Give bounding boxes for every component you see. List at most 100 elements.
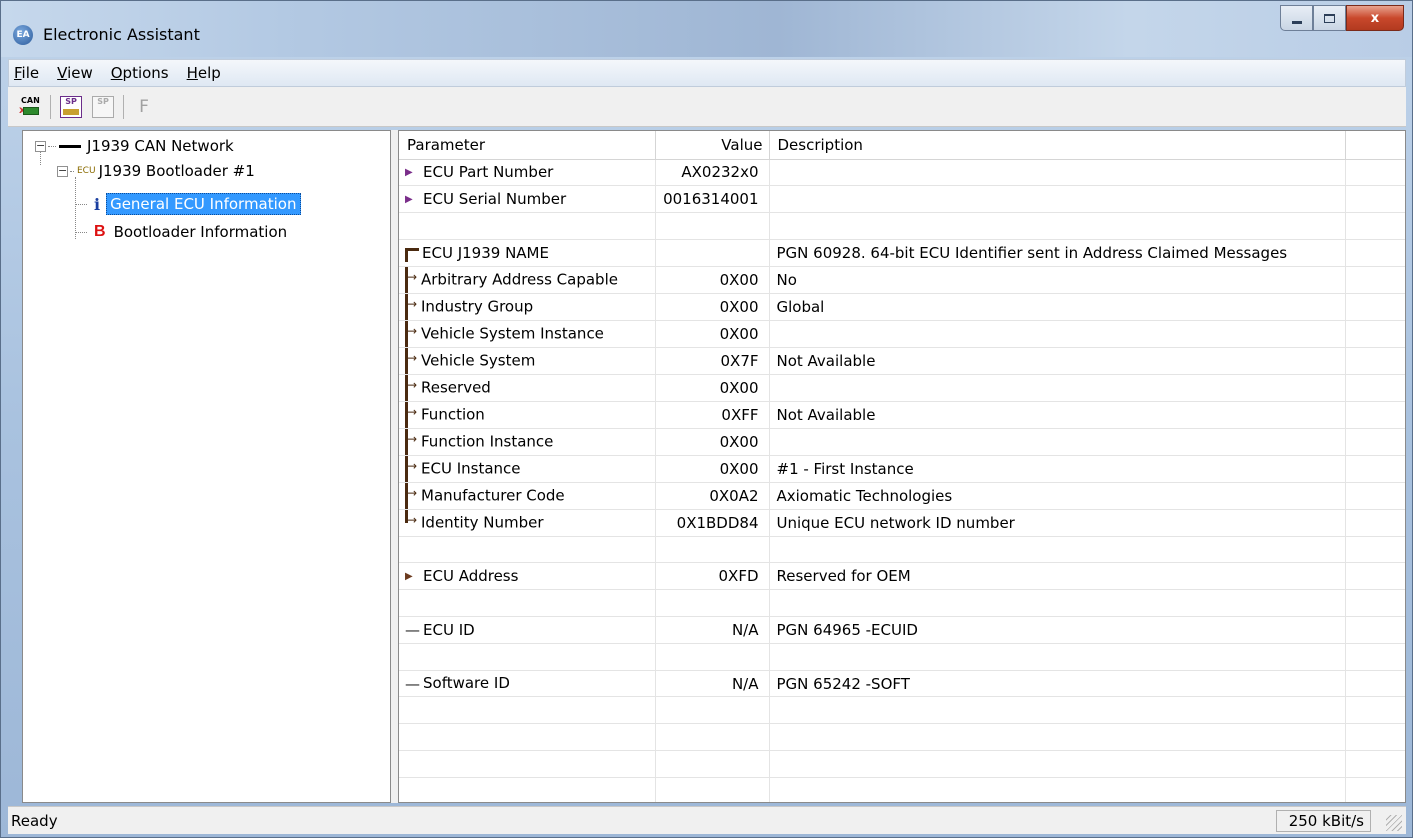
description-cell [769, 643, 1346, 671]
parameter-cell: Reserved [399, 374, 656, 402]
parameter-cell [399, 212, 656, 240]
tree-node-ecu[interactable]: − ECU J1939 Bootloader #1 [57, 159, 255, 183]
table-row[interactable]: — ECU ID N/A PGN 64965 -ECUID [399, 616, 1405, 644]
parameter-cell: — Software ID [399, 670, 656, 698]
description-cell: Not Available [769, 401, 1346, 429]
tree-item-general-ecu-info[interactable]: i General ECU Information [75, 192, 301, 216]
filler-cell [1345, 616, 1405, 644]
app-window: EA Electronic Assistant x File View Opti… [0, 0, 1413, 838]
value-cell: 0016314001 [655, 185, 770, 214]
filler-cell [1345, 266, 1405, 294]
menu-options[interactable]: Options [102, 64, 178, 82]
parameter-cell [399, 723, 656, 752]
filler-cell [1345, 750, 1405, 778]
table-row[interactable]: ▶ ECU Serial Number 0016314001 [399, 185, 1405, 214]
table-row[interactable] [399, 723, 1405, 752]
table-row[interactable]: Vehicle System Instance 0X00 [399, 320, 1405, 348]
collapse-icon[interactable]: − [57, 165, 68, 177]
minimize-icon [1291, 20, 1302, 24]
status-text: Ready [11, 811, 58, 830]
tree-item-label: General ECU Information [106, 193, 301, 215]
table-row[interactable]: — Software ID N/A PGN 65242 -SOFT [399, 670, 1405, 698]
table-row[interactable] [399, 696, 1405, 725]
setpoint-save-icon: SP [92, 95, 114, 118]
parameter-grid[interactable]: Parameter Value Description ▶ ECU Part Nu… [398, 130, 1406, 803]
parameter-label: Vehicle System [421, 351, 536, 370]
table-row[interactable]: Manufacturer Code 0X0A2Axiomatic Technolo… [399, 482, 1405, 510]
menu-file-accel: F [14, 64, 22, 82]
parameter-cell: Industry Group [399, 293, 656, 321]
table-row[interactable]: ▶ ECU Address 0XFD Reserved for OEM [399, 562, 1405, 591]
bitrate-indicator: 250 kBit/s [1276, 809, 1371, 832]
description-cell: Global [769, 293, 1346, 321]
can-connect-button[interactable]: CANx [16, 93, 44, 121]
parameter-label: Function [421, 405, 485, 424]
tree-node-network[interactable]: − J1939 CAN Network [35, 134, 234, 158]
menu-help-rest: elp [197, 64, 221, 82]
description-cell [769, 428, 1346, 456]
parameter-cell: ▶ ECU Address [399, 562, 656, 591]
table-row[interactable]: Identity Number 0X1BDD84Unique ECU networ… [399, 509, 1405, 537]
tree-item-bootloader-info[interactable]: B Bootloader Information [75, 220, 287, 244]
ecu-tree-view[interactable]: − J1939 CAN Network − ECU J1939 Bootload… [22, 130, 391, 803]
table-row[interactable]: Reserved 0X00 [399, 374, 1405, 402]
table-row[interactable]: Arbitrary Address Capable 0X00No [399, 266, 1405, 294]
value-cell: AX0232x0 [655, 159, 770, 187]
table-row[interactable] [399, 750, 1405, 778]
save-setpoint-button[interactable]: SP [89, 93, 117, 121]
table-row[interactable] [399, 643, 1405, 671]
title-bar[interactable]: EA Electronic Assistant x [1, 1, 1412, 57]
table-row[interactable] [399, 212, 1405, 240]
menu-options-rest: ptions [122, 64, 169, 82]
value-cell: 0X00 [655, 455, 770, 483]
menu-help[interactable]: Help [178, 64, 230, 82]
group-branch-icon [405, 374, 419, 401]
menu-file-rest: ile [21, 64, 40, 82]
value-cell: 0X00 [655, 428, 770, 456]
menu-view[interactable]: View [48, 64, 102, 82]
description-cell: Unique ECU network ID number [769, 509, 1346, 537]
parameter-cell [399, 643, 656, 671]
table-row[interactable]: Vehicle System 0X7FNot Available [399, 347, 1405, 375]
parameter-label: Software ID [423, 674, 510, 693]
filler-cell [1345, 723, 1405, 752]
table-row[interactable]: ▶ ECU Part Number AX0232x0 [399, 159, 1405, 187]
filler-cell [1345, 293, 1405, 321]
column-header-parameter[interactable]: Parameter [399, 131, 656, 160]
tree-ecu-label: J1939 Bootloader #1 [98, 162, 255, 180]
column-header-value[interactable]: Value [655, 131, 770, 160]
item-marker-icon: ▶ [405, 167, 413, 179]
filler-cell [1345, 562, 1405, 591]
parameter-cell: Manufacturer Code [399, 482, 656, 510]
table-row[interactable] [399, 536, 1405, 564]
table-row[interactable]: ECU Instance 0X00#1 - First Instance [399, 455, 1405, 483]
minimize-button[interactable] [1280, 5, 1313, 31]
toolbar: CANx SP SP F [8, 87, 1406, 127]
info-icon: i [94, 194, 101, 214]
description-cell [769, 320, 1346, 348]
close-button[interactable]: x [1346, 5, 1404, 31]
table-row[interactable]: Industry Group 0X00Global [399, 293, 1405, 321]
description-cell: #1 - First Instance [769, 455, 1346, 483]
collapse-icon[interactable]: − [35, 140, 46, 152]
filler-cell [1345, 320, 1405, 348]
filler-cell [1345, 777, 1405, 802]
table-row[interactable] [399, 777, 1405, 802]
resize-grip-icon[interactable] [1386, 815, 1402, 831]
pane-splitter[interactable] [391, 130, 398, 803]
flash-button[interactable]: F [130, 93, 158, 121]
table-row[interactable]: ECU J1939 NAME PGN 60928. 64-bit ECU Iden… [399, 239, 1405, 267]
table-row[interactable] [399, 589, 1405, 618]
app-icon[interactable]: EA [13, 25, 33, 45]
table-row[interactable]: Function Instance 0X00 [399, 428, 1405, 456]
open-setpoint-button[interactable]: SP [57, 93, 85, 121]
description-cell [769, 185, 1346, 214]
menu-view-rest: iew [67, 64, 93, 82]
filler-cell [1345, 159, 1405, 187]
menu-file[interactable]: File [9, 64, 48, 82]
maximize-button[interactable] [1313, 5, 1346, 31]
table-row[interactable]: Function 0XFFNot Available [399, 401, 1405, 429]
column-header-description[interactable]: Description [769, 131, 1346, 160]
parameter-label: ECU Part Number [423, 163, 554, 182]
window-controls: x [1280, 5, 1404, 31]
